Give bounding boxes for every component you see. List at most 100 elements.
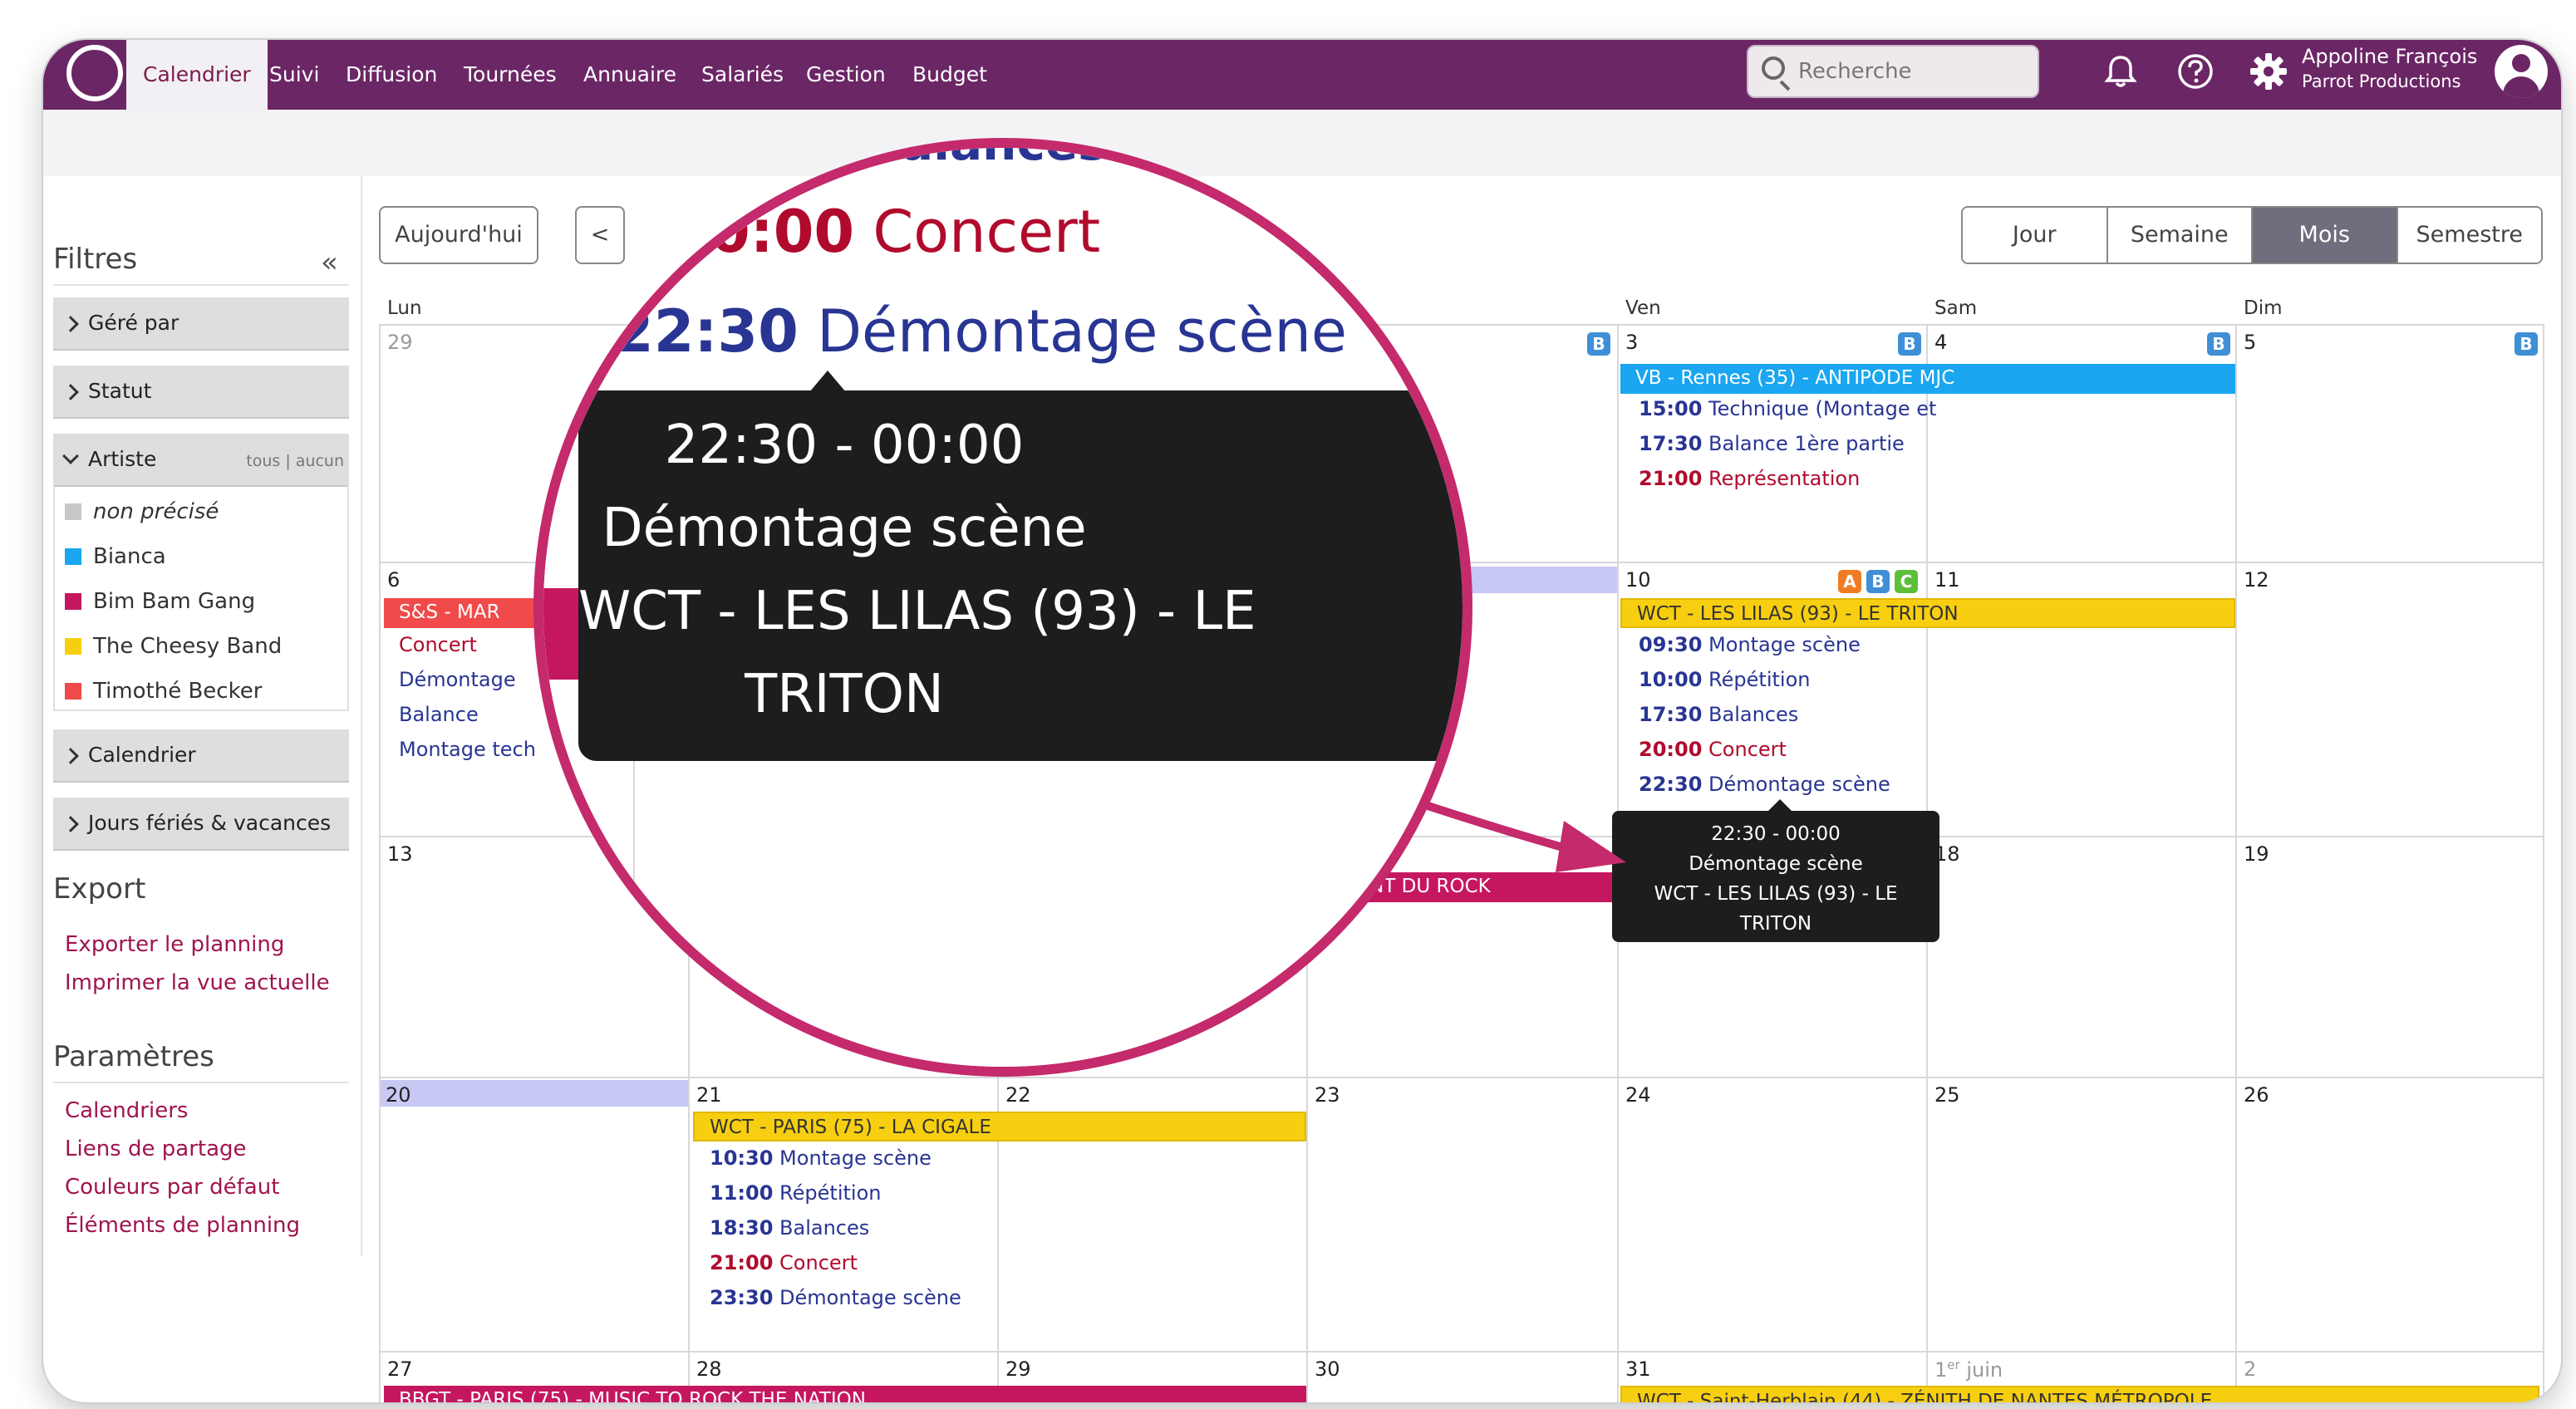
event-item-hovered[interactable]: 22:30 Démontage scène	[1639, 773, 1890, 796]
chevron-down-icon	[62, 448, 79, 464]
view-semestre[interactable]: Semestre	[2397, 208, 2541, 263]
day-number[interactable]: 26	[2244, 1083, 2269, 1107]
view-semaine[interactable]: Semaine	[2107, 208, 2253, 263]
event-item[interactable]: 10:30 Montage scène	[710, 1146, 932, 1170]
day-number[interactable]: 30	[1315, 1357, 1340, 1381]
event-bar-vb-rennes[interactable]: VB - Rennes (35) - ANTIPODE MJC	[1620, 364, 2235, 394]
app-logo-icon[interactable]	[66, 45, 123, 101]
event-item[interactable]: 17:30 Balances	[1639, 703, 1798, 726]
select-all-link[interactable]: tous	[246, 452, 280, 470]
day-number[interactable]: 19	[2244, 842, 2269, 866]
day-number[interactable]: 23	[1315, 1083, 1340, 1107]
event-item[interactable]: Concert	[399, 633, 477, 656]
calendriers-link[interactable]: Calendriers	[65, 1098, 188, 1123]
day-number[interactable]: 4	[1934, 331, 1947, 354]
default-colors-link[interactable]: Couleurs par défaut	[65, 1175, 279, 1200]
collapse-sidebar-button[interactable]: «	[321, 246, 338, 279]
day-number[interactable]: 3	[1625, 331, 1638, 354]
day-number[interactable]: 20	[386, 1083, 411, 1107]
nav-suivi[interactable]: Suivi	[269, 40, 319, 110]
day-number[interactable]: 22	[1005, 1083, 1031, 1107]
user-name[interactable]: Appoline François	[2302, 45, 2477, 68]
nav-calendrier[interactable]: Calendrier	[126, 40, 268, 110]
select-none-link[interactable]: aucun	[296, 452, 344, 470]
day-number[interactable]: 6	[387, 568, 400, 592]
artist-item[interactable]: Bianca	[65, 540, 166, 573]
day-number[interactable]: 11	[1934, 568, 1960, 592]
magnified-tooltip: 22:30 - 00:00 Démontage scène WCT - LES …	[578, 390, 1463, 761]
day-number[interactable]: 21	[696, 1083, 722, 1107]
day-number[interactable]: 10	[1625, 568, 1651, 592]
event-bar-bbgt-paris[interactable]: BBGT - PARIS (75) - MUSIC TO ROCK THE NA…	[384, 1386, 1306, 1402]
event-item[interactable]: 09:30 Montage scène	[1639, 633, 1861, 656]
event-item[interactable]: 21:00 Concert	[710, 1251, 858, 1274]
event-tooltip: 22:30 - 00:00 Démontage scène WCT - LES …	[1612, 811, 1939, 942]
artist-item[interactable]: non précisé	[65, 495, 219, 528]
artist-item[interactable]: The Cheesy Band	[65, 630, 282, 663]
gear-icon[interactable]	[2249, 52, 2288, 91]
artist-item[interactable]: Bim Bam Gang	[65, 585, 255, 618]
day-number[interactable]: 29	[387, 331, 413, 354]
event-bar-wct-lilas[interactable]: WCT - LES LILAS (93) - LE TRITON	[1620, 598, 2235, 628]
nav-tournees[interactable]: Tournées	[464, 40, 557, 110]
nav-salaries[interactable]: Salariés	[701, 40, 784, 110]
user-company[interactable]: Parrot Productions	[2302, 71, 2460, 91]
day-number[interactable]: 25	[1934, 1083, 1960, 1107]
filter-section-statut[interactable]: Statut	[53, 366, 349, 419]
event-item[interactable]: 23:30 Démontage scène	[710, 1286, 961, 1309]
event-item[interactable]: Montage tech	[399, 738, 536, 761]
day-number[interactable]: 13	[387, 842, 413, 866]
avatar[interactable]	[2495, 45, 2548, 98]
event-item[interactable]: 10:00 Répétition	[1639, 668, 1810, 691]
filter-section-jours-feries[interactable]: Jours fériés & vacances	[53, 798, 349, 851]
search-box[interactable]	[1747, 45, 2039, 98]
event-time: 22:30	[1639, 773, 1703, 796]
event-item[interactable]: 21:00 Représentation	[1639, 467, 1860, 490]
event-bar-wct-herblain[interactable]: WCT - Saint-Herblain (44) - ZÉNITH DE NA…	[1620, 1386, 2539, 1402]
share-links-link[interactable]: Liens de partage	[65, 1137, 247, 1161]
day-number[interactable]: 5	[2244, 331, 2256, 354]
event-time: 10:00	[1639, 668, 1703, 691]
filter-section-gere-par[interactable]: Géré par	[53, 297, 349, 351]
event-bar-ss[interactable]: S&S - MAR	[384, 598, 542, 628]
tooltip-title: Démontage scène	[1689, 853, 1863, 875]
event-item[interactable]: 15:00 Technique (Montage et	[1639, 397, 1936, 420]
search-input[interactable]	[1798, 55, 2031, 88]
nav-diffusion[interactable]: Diffusion	[346, 40, 437, 110]
event-time: 17:30	[1639, 703, 1703, 726]
nav-budget[interactable]: Budget	[912, 40, 987, 110]
help-icon[interactable]	[2175, 52, 2215, 91]
search-icon	[1762, 56, 1785, 80]
export-planning-link[interactable]: Exporter le planning	[65, 932, 284, 957]
day-number[interactable]: 28	[696, 1357, 722, 1381]
day-number[interactable]: 2	[2244, 1357, 2256, 1381]
event-item[interactable]: 18:30 Balances	[710, 1216, 869, 1240]
calendar-badge-c: C	[1895, 570, 1918, 593]
day-number[interactable]: 29	[1005, 1357, 1031, 1381]
bell-icon[interactable]	[2101, 52, 2141, 91]
event-bar-wct-paris[interactable]: WCT - PARIS (75) - LA CIGALE	[693, 1112, 1306, 1141]
nav-annuaire[interactable]: Annuaire	[583, 40, 676, 110]
event-item[interactable]: Balance	[399, 703, 479, 726]
event-item[interactable]: 20:00 Concert	[1639, 738, 1787, 761]
day-number[interactable]: 12	[2244, 568, 2269, 592]
artist-item[interactable]: Timothé Becker	[65, 675, 262, 708]
planning-elements-link[interactable]: Éléments de planning	[65, 1213, 300, 1238]
today-button[interactable]: Aujourd'hui	[379, 206, 538, 264]
day-number[interactable]: 27	[387, 1357, 413, 1381]
event-item[interactable]: 17:30 Balance 1ère partie	[1639, 432, 1905, 455]
calendar-badge-b: B	[1898, 332, 1921, 356]
event-item[interactable]: Démontage	[399, 668, 516, 691]
filter-section-calendrier[interactable]: Calendrier	[53, 729, 349, 783]
nav-gestion[interactable]: Gestion	[806, 40, 886, 110]
chevron-right-icon	[62, 316, 79, 332]
event-item[interactable]: 11:00 Répétition	[710, 1181, 881, 1205]
magnified-label: Concert	[873, 198, 1101, 266]
view-mois[interactable]: Mois	[2253, 208, 2398, 263]
day-number[interactable]: 31	[1625, 1357, 1651, 1381]
print-view-link[interactable]: Imprimer la vue actuelle	[65, 970, 330, 995]
day-number[interactable]: 24	[1625, 1083, 1651, 1107]
filter-section-artiste[interactable]: Artiste tous | aucun	[53, 434, 349, 487]
day-number[interactable]: 1er juin	[1934, 1357, 2003, 1382]
view-jour[interactable]: Jour	[1963, 208, 2108, 263]
